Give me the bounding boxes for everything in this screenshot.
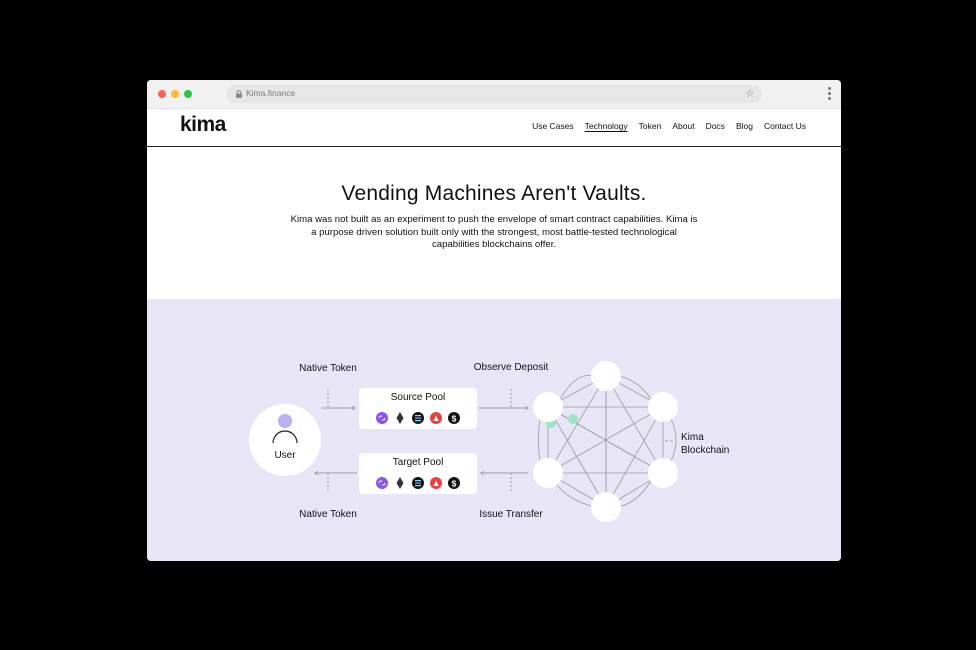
- validator-node: [591, 361, 621, 391]
- observe-deposit-label: Observe Deposit: [474, 362, 549, 373]
- maximize-window-button[interactable]: [184, 90, 192, 98]
- chainlink-icon: [376, 477, 388, 489]
- active-node-highlight: [568, 414, 578, 424]
- nav-links: Use Cases Technology Token About Docs Bl…: [532, 121, 806, 131]
- browser-chrome: Kima.finance ☆: [147, 80, 841, 109]
- native-token-in-label: Native Token: [299, 363, 357, 374]
- site-navbar: kima Use Cases Technology Token About Do…: [147, 109, 841, 147]
- svg-text:$: $: [452, 478, 457, 488]
- url-text: Kima.finance: [246, 88, 296, 98]
- nav-link-use-cases[interactable]: Use Cases: [532, 121, 574, 131]
- browser-window: Kima.finance ☆ kima Use Cases Technology…: [147, 80, 841, 561]
- validator-node: [533, 392, 563, 422]
- validator-node: [648, 392, 678, 422]
- nav-link-technology[interactable]: Technology: [585, 121, 628, 131]
- address-bar[interactable]: Kima.finance ☆: [226, 85, 762, 103]
- kima-blockchain-label-line2: Blockchain: [681, 445, 729, 456]
- kima-logo[interactable]: kima: [180, 113, 226, 137]
- nav-link-token[interactable]: Token: [639, 121, 662, 131]
- issue-transfer-label: Issue Transfer: [479, 509, 543, 520]
- target-pool-label: Target Pool: [393, 457, 444, 468]
- chainlink-icon: [376, 412, 388, 424]
- hero-title: Vending Machines Aren't Vaults.: [341, 182, 647, 205]
- close-window-button[interactable]: [158, 90, 166, 98]
- kima-blockchain-label-line1: Kima: [681, 432, 704, 443]
- svg-text:$: $: [452, 413, 457, 423]
- technology-diagram-section: User Source Pool $ Target Pool $ Native …: [147, 299, 841, 561]
- source-pool-label: Source Pool: [391, 392, 445, 403]
- nav-link-contact-us[interactable]: Contact Us: [764, 121, 806, 131]
- hero-section: Vending Machines Aren't Vaults. Kima was…: [147, 147, 841, 299]
- nav-link-blog[interactable]: Blog: [736, 121, 753, 131]
- minimize-window-button[interactable]: [171, 90, 179, 98]
- bridge-flow-diagram: User Source Pool $ Target Pool $ Native …: [249, 361, 729, 522]
- menu-kebab-icon[interactable]: [828, 87, 831, 101]
- star-icon[interactable]: ☆: [745, 87, 755, 101]
- user-label: User: [274, 450, 296, 461]
- validator-node: [533, 458, 563, 488]
- nav-link-docs[interactable]: Docs: [706, 121, 725, 131]
- nav-link-about[interactable]: About: [672, 121, 694, 131]
- validator-node: [648, 458, 678, 488]
- native-token-out-label: Native Token: [299, 509, 357, 520]
- lock-icon: [236, 90, 242, 98]
- validator-node: [591, 492, 621, 522]
- hero-body: Kima was not built as an experiment to p…: [290, 214, 698, 250]
- network-nodes: [533, 361, 678, 522]
